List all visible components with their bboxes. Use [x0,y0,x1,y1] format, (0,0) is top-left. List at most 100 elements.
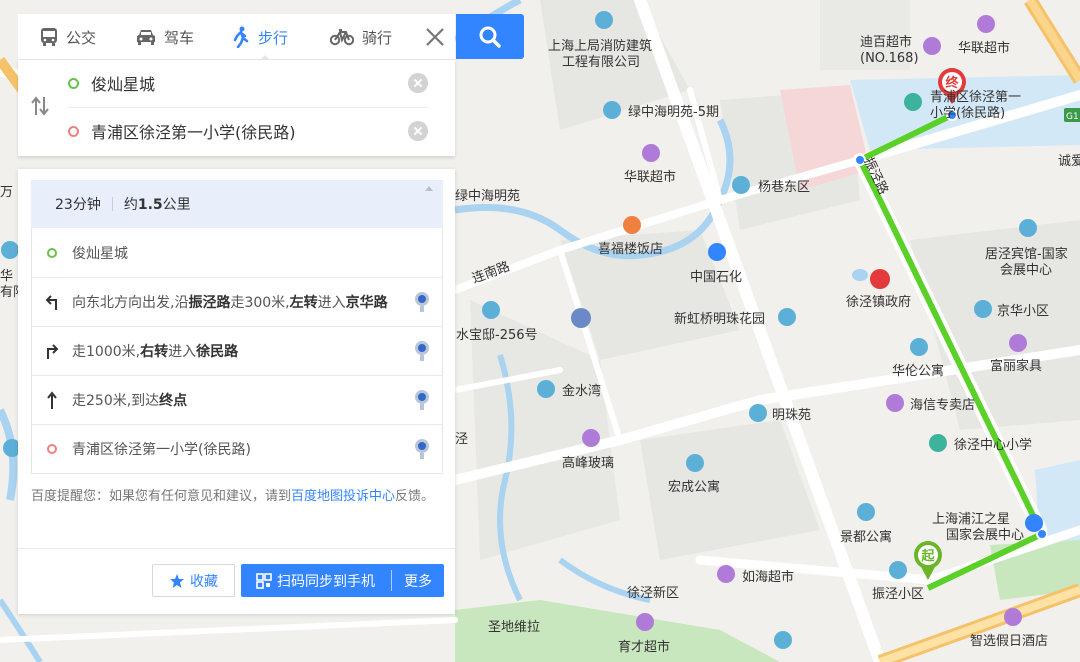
more-button[interactable]: 更多 [392,571,444,591]
hint-suffix: 反馈。 [395,489,435,504]
hint-prefix: 百度提醒您：如果您有任何意见和建议，请到 [31,489,292,504]
svg-text:圣地维拉: 圣地维拉 [488,620,540,635]
turn-left-icon [45,295,57,310]
tab-drive-label: 驾车 [164,28,195,47]
destination-dot [68,125,79,137]
favorite-button[interactable]: 收藏 [152,564,235,597]
svg-text:景都公寓: 景都公寓 [840,529,892,545]
tab-walk-label: 步行 [258,28,289,47]
close-button[interactable] [421,23,449,51]
collapse-icon[interactable] [425,186,433,191]
svg-text:青浦区徐泾第一: 青浦区徐泾第一 [930,90,1021,105]
complaint-center-link[interactable]: 百度地图投诉中心 [291,489,395,504]
svg-text:国家会展中心: 国家会展中心 [946,527,1024,543]
svg-text:万: 万 [0,185,13,200]
start-marker-label: 起 [920,548,935,564]
travel-mode-bar: 公交 驾车 步行 骑行 [18,14,455,61]
svg-text:高峰玻璃: 高峰玻璃 [562,455,614,471]
svg-text:新虹桥明珠花园: 新虹桥明珠花园 [674,311,765,327]
svg-text:迪百超市: 迪百超市 [860,34,912,50]
star-icon [170,573,184,588]
clear-destination-button[interactable] [408,121,428,141]
svg-text:上海浦江之星: 上海浦江之星 [932,512,1010,527]
svg-text:宏成公寓: 宏成公寓 [668,479,720,495]
svg-text:振泾小区: 振泾小区 [872,587,924,602]
sync-label: 扫码同步到手机 [277,573,375,590]
tab-bus-label: 公交 [66,28,97,47]
clear-origin-button[interactable] [408,73,428,93]
svg-text:徐泾镇政府: 徐泾镇政府 [846,295,911,310]
svg-text:喜福楼饭店: 喜福楼饭店 [598,242,663,257]
svg-text:上海上局消防建筑: 上海上局消防建筑 [548,38,652,54]
card-footer-divider [18,548,455,549]
straight-arrow-icon [47,391,57,409]
svg-text:华联超市: 华联超市 [624,169,676,185]
locate-step-icon[interactable] [414,340,430,362]
svg-text:杨巷东区: 杨巷东区 [758,180,810,195]
favorite-label: 收藏 [190,573,218,590]
svg-text:G1: G1 [1066,112,1079,122]
svg-text:徐泾中心小学: 徐泾中心小学 [954,437,1032,453]
svg-text:工程有限公司: 工程有限公司 [562,55,640,70]
search-icon [479,26,501,48]
locate-step-icon[interactable] [414,438,430,460]
origin-dot [68,77,79,89]
svg-text:京华小区: 京华小区 [997,304,1049,319]
step-3[interactable]: 走250米,到达终点 [32,375,442,424]
route-inputs: 俊灿星城 青浦区徐泾第一小学(徐民路) [18,60,455,156]
close-icon [426,28,444,46]
svg-text:金水湾: 金水湾 [562,383,601,399]
sync-to-phone-button[interactable]: 扫码同步到手机 更多 [241,564,444,597]
step-2-text: 走1000米,右转进入徐民路 [72,344,239,360]
destination-value: 青浦区徐泾第一小学(徐民路) [91,123,296,142]
svg-text:绿中海明苑: 绿中海明苑 [455,189,520,204]
bus-icon [41,28,57,46]
step-1-text: 向东北方向出发,沿振泾路走300米,左转进入京华路 [72,295,388,311]
step-1[interactable]: 向东北方向出发,沿振泾路走300米,左转进入京华路 [32,277,442,326]
walk-icon [233,26,249,48]
origin-field[interactable]: 俊灿星城 [68,60,428,106]
svg-text:华联超市: 华联超市 [958,40,1010,56]
search-button[interactable] [456,14,524,59]
end-dot-icon [47,444,57,454]
step-start-text: 俊灿星城 [72,245,128,262]
route-summary[interactable]: 23分钟 约1.5公里 [31,180,443,228]
step-end[interactable]: 青浦区徐泾第一小学(徐民路) [32,424,442,473]
tab-bike-label: 骑行 [362,28,393,47]
svg-text:水宝邸-256号: 水宝邸-256号 [456,328,538,343]
car-icon [137,30,155,45]
route-steps: 俊灿星城 向东北方向出发,沿振泾路走300米,左转进入京华路 走1000米,右转… [31,228,443,474]
svg-text:富丽家具: 富丽家具 [990,358,1042,374]
route-time: 23分钟 [55,197,101,213]
tab-drive[interactable]: 驾车 [136,14,194,60]
swap-icon[interactable] [30,95,50,121]
step-start[interactable]: 俊灿星城 [32,228,442,277]
turn-right-icon [47,344,59,359]
step-2[interactable]: 走1000米,右转进入徐民路 [32,326,442,375]
svg-text:泾: 泾 [455,432,468,447]
bike-icon [330,29,354,46]
tab-bike[interactable]: 骑行 [330,14,392,60]
svg-text:(NO.168): (NO.168) [860,51,919,66]
tab-walk[interactable]: 步行 [232,14,288,60]
svg-text:中国石化: 中国石化 [690,270,742,285]
locate-step-icon[interactable] [414,389,430,411]
route-result-card: 23分钟 约1.5公里 俊灿星城 向东北方向出发,沿振泾路走300米,左转进入京… [18,169,455,614]
svg-text:居泾宾馆-国家: 居泾宾馆-国家 [985,246,1068,262]
svg-text:小学(徐民路): 小学(徐民路) [930,105,1005,121]
svg-text:育才超市: 育才超市 [618,639,670,655]
summary-separator [111,197,113,211]
step-3-text: 走250米,到达终点 [72,393,188,409]
svg-text:如海超市: 如海超市 [742,569,794,585]
locate-step-icon[interactable] [414,291,430,313]
svg-text:明珠苑: 明珠苑 [772,408,811,423]
svg-text:徐泾新区: 徐泾新区 [627,585,679,601]
scan-sync-button[interactable]: 扫码同步到手机 [241,571,391,591]
start-dot-icon [47,247,57,258]
svg-text:绿中海明苑-5期: 绿中海明苑-5期 [628,105,719,120]
svg-text:华: 华 [0,269,13,284]
tab-bus[interactable]: 公交 [40,14,96,60]
feedback-hint: 百度提醒您：如果您有任何意见和建议，请到百度地图投诉中心反馈。 [31,484,447,509]
destination-field[interactable]: 青浦区徐泾第一小学(徐民路) [68,108,428,154]
svg-text:诚爱: 诚爱 [1058,154,1080,169]
